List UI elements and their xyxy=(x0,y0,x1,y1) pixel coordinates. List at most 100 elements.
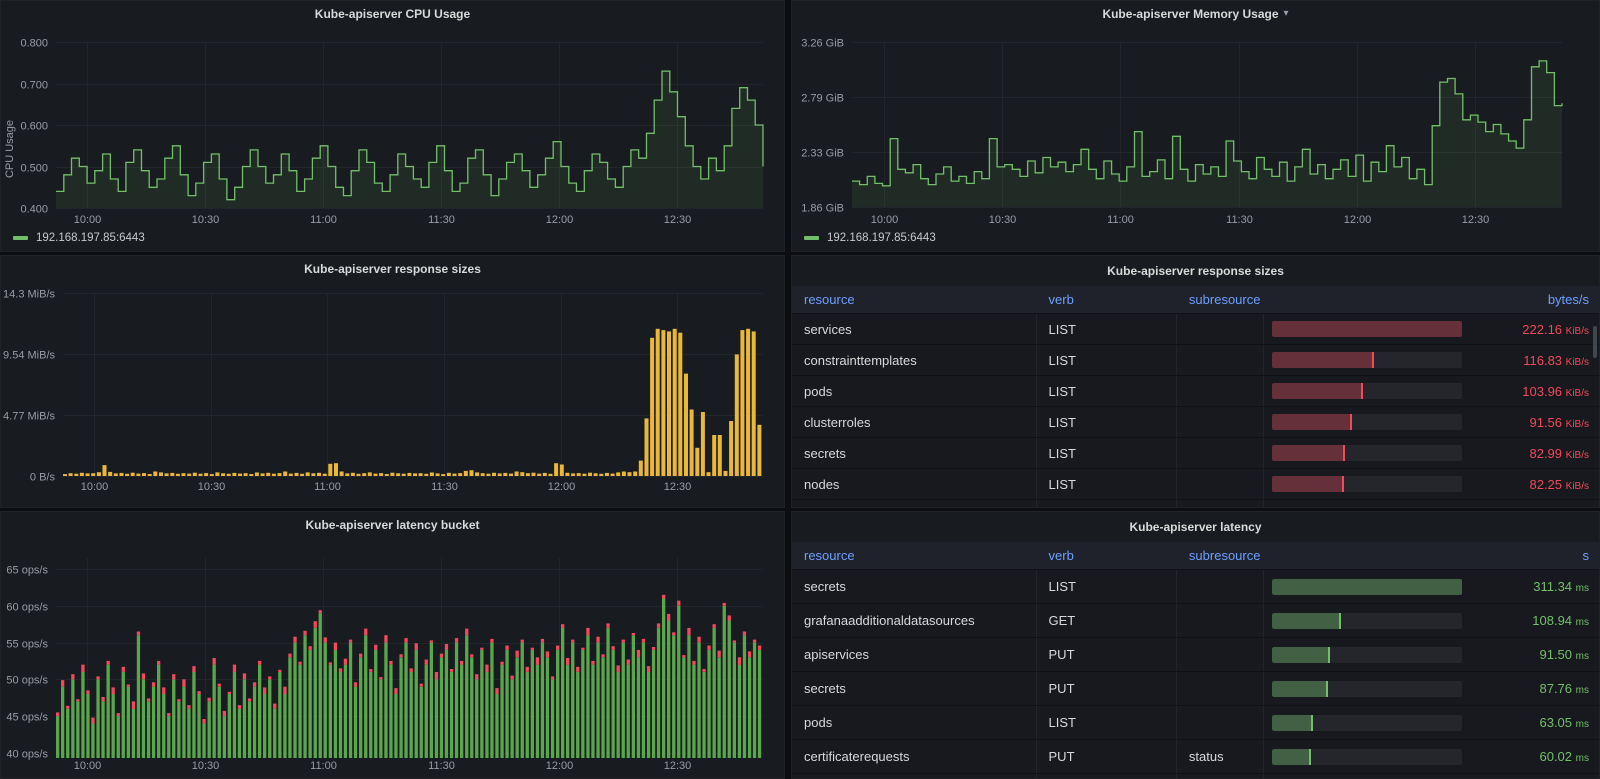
legend-swatch xyxy=(804,236,819,240)
cell-value: 60.02 ms xyxy=(1462,749,1599,764)
cell-value: 116.83 KiB/s xyxy=(1462,353,1599,368)
cell-value: 311.34 ms xyxy=(1462,579,1599,594)
cell-subresource xyxy=(1177,438,1264,468)
svg-text:10:00: 10:00 xyxy=(871,214,899,226)
cell-value: 222.16 KiB/s xyxy=(1462,322,1599,337)
svg-text:1.86 GiB: 1.86 GiB xyxy=(801,203,844,215)
cell-verb: LIST xyxy=(1037,407,1177,437)
column-header-subresource[interactable]: subresource xyxy=(1177,292,1264,307)
svg-text:11:30: 11:30 xyxy=(1226,214,1253,226)
latency-table: resourceverbsubresourcessecretsLIST311.3… xyxy=(792,542,1599,779)
table-row: grafanaadditionaldatasourcesGET108.94 ms xyxy=(792,604,1599,638)
svg-text:12:30: 12:30 xyxy=(664,481,692,493)
svg-text:0.800: 0.800 xyxy=(20,38,48,50)
cell-resource: secrets xyxy=(792,438,1037,468)
cell-verb xyxy=(1037,774,1177,779)
cell-resource: certificaterequests xyxy=(792,740,1037,773)
cell-verb: PUT xyxy=(1037,638,1177,671)
gauge-fill xyxy=(1272,476,1344,492)
cell-gauge: 116.83 KiB/s xyxy=(1264,345,1599,375)
svg-text:10:00: 10:00 xyxy=(74,760,102,772)
column-header-verb[interactable]: verb xyxy=(1037,548,1177,563)
cell-subresource xyxy=(1177,638,1264,671)
cell-resource: apiservices xyxy=(792,638,1037,671)
svg-text:3.26 GiB: 3.26 GiB xyxy=(801,38,844,50)
gauge-track xyxy=(1272,579,1462,595)
panel-title-memory[interactable]: Kube-apiserver Memory Usage ▾ xyxy=(792,1,1599,27)
panel-latency-bucket: Kube-apiserver latency bucket 10:00 10:30… xyxy=(0,511,785,779)
cell-resource: constrainttemplates xyxy=(792,345,1037,375)
cell-value: 108.94 ms xyxy=(1462,613,1599,628)
cell-value: 82.99 KiB/s xyxy=(1462,446,1599,461)
column-header-value[interactable]: bytes/s xyxy=(1264,292,1599,307)
latency-bucket-chart[interactable]: 10:0010:3011:0011:3012:0012:3040 ops/s45… xyxy=(1,538,784,779)
panel-title-response-table[interactable]: Kube-apiserver response sizes xyxy=(792,256,1599,286)
panel-title-text: Kube-apiserver Memory Usage xyxy=(1102,7,1278,21)
svg-text:12:30: 12:30 xyxy=(664,760,692,772)
svg-text:2.79 GiB: 2.79 GiB xyxy=(801,93,844,105)
svg-text:10:30: 10:30 xyxy=(192,760,220,772)
cell-gauge: 60.02 ms xyxy=(1264,740,1599,773)
svg-text:9.54 MiB/s: 9.54 MiB/s xyxy=(3,350,55,362)
response-sizes-table: resourceverbsubresourcebytes/s servicesLI… xyxy=(792,286,1599,508)
svg-text:11:00: 11:00 xyxy=(314,481,341,493)
column-header-resource[interactable]: resource xyxy=(792,292,1037,307)
cpu-usage-chart[interactable]: 10:0010:3011:0011:3012:0012:300.4000.500… xyxy=(1,27,784,252)
panel-title-text: Kube-apiserver response sizes xyxy=(1107,264,1284,278)
column-header-value[interactable]: s xyxy=(1264,548,1599,563)
cell-resource: grafanaadditionaldatasources xyxy=(792,604,1037,637)
cell-subresource xyxy=(1177,500,1264,508)
cell-resource: pods xyxy=(792,706,1037,739)
panel-title-response-sizes[interactable]: Kube-apiserver response sizes xyxy=(1,256,784,282)
cell-verb: LIST xyxy=(1037,345,1177,375)
svg-text:11:30: 11:30 xyxy=(428,214,455,226)
gauge-fill xyxy=(1272,613,1341,629)
table-row xyxy=(792,774,1599,779)
cell-gauge: 87.76 ms xyxy=(1264,672,1599,705)
panel-title-cpu[interactable]: Kube-apiserver CPU Usage xyxy=(1,1,784,27)
table-header-row: resourceverbsubresources xyxy=(792,542,1599,570)
memory-usage-chart[interactable]: 10:0010:3011:0011:3012:0012:301.86 GiB2.… xyxy=(792,27,1599,252)
cell-resource: grafanadashboarddefinitions xyxy=(792,500,1037,508)
table-row: secretsLIST82.99 KiB/s xyxy=(792,438,1599,469)
svg-text:11:30: 11:30 xyxy=(431,481,458,493)
panel-title-text: Kube-apiserver response sizes xyxy=(304,262,481,276)
svg-text:10:30: 10:30 xyxy=(989,214,1017,226)
table-row: secretsLIST311.34 ms xyxy=(792,570,1599,604)
svg-text:10:00: 10:00 xyxy=(74,214,102,226)
svg-text:12:00: 12:00 xyxy=(546,760,574,772)
cell-resource xyxy=(792,774,1037,779)
cell-verb: LIST xyxy=(1037,469,1177,499)
table-row: podsLIST63.05 ms xyxy=(792,706,1599,740)
table-row: servicesLIST222.16 KiB/s xyxy=(792,314,1599,345)
cell-subresource xyxy=(1177,672,1264,705)
panel-title-latency-bucket[interactable]: Kube-apiserver latency bucket xyxy=(1,512,784,538)
cell-verb: PUT xyxy=(1037,740,1177,773)
panel-title-latency[interactable]: Kube-apiserver latency xyxy=(792,512,1599,542)
chevron-down-icon: ▾ xyxy=(1284,8,1289,19)
cell-value: 63.05 ms xyxy=(1462,715,1599,730)
y-axis-title: CPU Usage xyxy=(4,114,16,184)
svg-text:12:30: 12:30 xyxy=(664,214,692,226)
response-sizes-chart[interactable]: 10:0010:3011:0011:3012:0012:300 B/s4.77 … xyxy=(1,282,784,508)
gauge-track xyxy=(1272,445,1462,461)
cell-gauge: 91.50 ms xyxy=(1264,638,1599,671)
scrollbar-thumb[interactable] xyxy=(1593,326,1597,358)
cell-value: 82.25 KiB/s xyxy=(1462,477,1599,492)
table-row: apiservicesPUT 91.50 ms xyxy=(792,638,1599,672)
gauge-track xyxy=(1272,352,1462,368)
legend-item[interactable]: 192.168.197.85:6443 xyxy=(804,232,936,244)
cell-value: 34.67 KiB/s xyxy=(1462,508,1599,509)
gauge-track xyxy=(1272,613,1462,629)
svg-text:11:00: 11:00 xyxy=(1107,214,1134,226)
column-header-resource[interactable]: resource xyxy=(792,548,1037,563)
svg-text:45 ops/s: 45 ops/s xyxy=(6,712,48,724)
column-header-subresource[interactable]: subresource xyxy=(1177,548,1264,563)
gauge-track xyxy=(1272,476,1462,492)
svg-text:10:30: 10:30 xyxy=(198,481,226,493)
legend-item[interactable]: 192.168.197.85:6443 xyxy=(13,232,145,244)
cell-verb: LIST xyxy=(1037,570,1177,603)
svg-text:55 ops/s: 55 ops/s xyxy=(6,639,48,651)
column-header-verb[interactable]: verb xyxy=(1037,292,1177,307)
panel-memory-usage: Kube-apiserver Memory Usage ▾ 10:00 10:30… xyxy=(791,0,1600,252)
